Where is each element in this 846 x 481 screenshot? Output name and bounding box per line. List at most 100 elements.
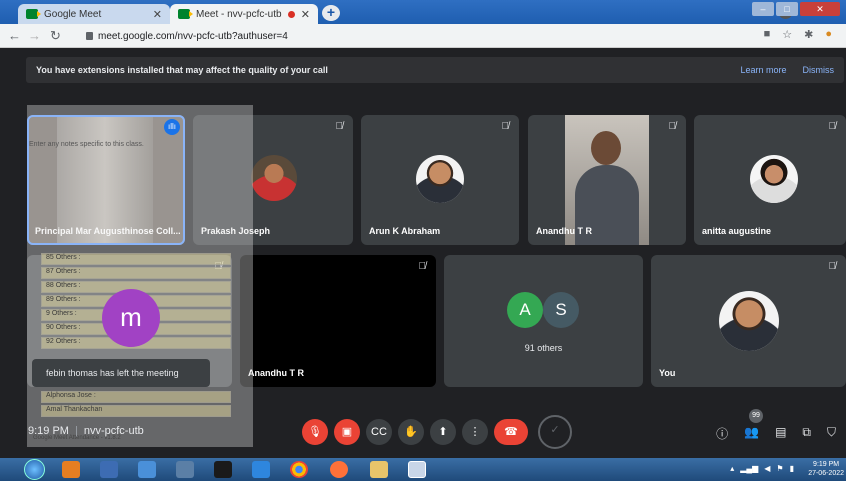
extensions-icon[interactable]: ✱ — [804, 28, 813, 41]
os-taskbar: ▴ ▂▄▆ ◀ ⚑ ▮ 9:19 PM 27-06-2022 — [0, 458, 846, 481]
participant-name: Anandhu T R — [248, 368, 304, 378]
others-tile[interactable]: A S 91 others — [444, 255, 643, 387]
internet-explorer-icon[interactable] — [138, 461, 156, 478]
chevron-up-icon[interactable]: ▴ — [730, 464, 734, 473]
activities-icon[interactable]: ⧉ — [802, 425, 811, 442]
avatar — [750, 155, 798, 203]
people-icon[interactable]: 👥 — [744, 425, 759, 442]
self-tile[interactable]: 🎙̸ You — [651, 255, 846, 387]
meet-icon — [178, 9, 193, 19]
check-icon[interactable]: ✓ — [538, 415, 572, 449]
present-button[interactable]: ⬆ — [430, 419, 456, 445]
media-player-icon[interactable] — [62, 461, 80, 478]
lock-icon — [86, 32, 93, 40]
leave-call-button[interactable]: ☎ — [494, 419, 528, 445]
firefox-icon[interactable] — [330, 461, 348, 478]
side-panel-icons: ⓘ 👥 ▤ ⧉ ⛉ — [716, 425, 836, 442]
browser-tab-strip: Google Meet ✕ Meet - nvv-pcfc-utb ✕ + – … — [0, 0, 846, 24]
close-window-icon[interactable]: ✕ — [800, 2, 840, 16]
participant-name: You — [659, 368, 676, 378]
reload-icon[interactable]: ↻ — [50, 28, 61, 44]
camera-toggle-button[interactable]: ▣ — [334, 419, 360, 445]
participant-tile-anandhu-video[interactable]: 🎙̸ Anandhu T R — [528, 115, 686, 245]
recording-icon — [287, 10, 295, 18]
telegram-icon[interactable] — [252, 461, 270, 478]
close-tab-icon[interactable]: ✕ — [301, 8, 310, 21]
captions-button[interactable]: CC — [366, 419, 392, 445]
maximize-icon[interactable]: □ — [776, 2, 798, 16]
battery-icon: ▮ — [789, 464, 794, 473]
star-icon[interactable]: ☆ — [782, 28, 792, 41]
active-speaker-border — [27, 115, 185, 245]
tab-google-meet[interactable]: Google Meet ✕ — [18, 4, 170, 24]
clock[interactable]: 9:19 PM 27-06-2022 — [808, 460, 844, 478]
minimize-icon[interactable]: – — [752, 2, 774, 16]
mic-off-icon: 🎙̸ — [828, 121, 837, 132]
learn-more-link[interactable]: Learn more — [740, 65, 786, 75]
participant-name: Anandhu T R — [536, 226, 592, 236]
meet-call-area: You have extensions installed that may a… — [0, 49, 846, 458]
avatar — [416, 155, 464, 203]
address-bar[interactable]: meet.google.com/nvv-pcfc-utb?authuser=4 — [86, 27, 736, 45]
avatar: S — [543, 292, 579, 328]
meeting-details: 9:19 PM | nvv-pcfc-utb — [28, 425, 144, 437]
mic-off-icon: 🎙̸ — [418, 261, 427, 272]
chat-icon[interactable]: ▤ — [775, 425, 786, 442]
mic-off-icon: 🎙̸ — [668, 121, 677, 132]
mail-icon[interactable] — [100, 461, 118, 478]
avatar: m — [102, 289, 160, 347]
list-item: 85 Others : — [41, 253, 231, 265]
tab-title: Meet - nvv-pcfc-utb — [196, 8, 282, 20]
speaking-indicator-icon: ıllı — [164, 119, 180, 135]
mic-off-icon: 🎙̸ — [335, 121, 344, 132]
new-tab-button[interactable]: + — [322, 5, 340, 21]
mic-toggle-button[interactable]: 🎙 — [302, 419, 328, 445]
close-tab-icon[interactable]: ✕ — [153, 8, 162, 21]
meet-icon — [26, 9, 41, 19]
chrome-icon[interactable] — [290, 461, 308, 478]
host-controls-icon[interactable]: ⛉ — [827, 425, 836, 442]
more-options-button[interactable]: ⋮ — [462, 419, 488, 445]
clock-time: 9:19 PM — [813, 461, 840, 468]
camera-icon[interactable]: ■ — [764, 28, 771, 41]
info-icon[interactable]: ⓘ — [716, 425, 728, 442]
start-button[interactable] — [24, 459, 45, 480]
volume-icon[interactable]: ◀ — [764, 464, 770, 473]
mic-off-icon: 🎙̸ — [828, 261, 837, 272]
participant-tile-arun[interactable]: 🎙̸ Arun K Abraham — [361, 115, 519, 245]
window-controls: – □ ✕ — [752, 2, 840, 16]
mic-off-icon: 🎙̸ — [501, 121, 510, 132]
participant-name: anitta augustine — [702, 226, 772, 236]
back-icon[interactable]: ← — [8, 28, 21, 43]
system-tray: ▴ ▂▄▆ ◀ ⚑ ▮ — [730, 464, 794, 473]
avatar — [251, 155, 297, 201]
others-count-label: 91 others — [524, 343, 563, 353]
call-controls-bar: 9:19 PM | nvv-pcfc-utb 🎙 ▣ CC ✋ ⬆ ⋮ ☎ ✓ 99… — [0, 409, 846, 457]
avatar — [719, 291, 779, 351]
app-icon[interactable] — [176, 461, 194, 478]
avatar: A — [507, 292, 543, 328]
tab-title: Google Meet — [44, 8, 102, 20]
file-explorer-icon[interactable] — [370, 461, 388, 478]
dismiss-button[interactable]: Dismiss — [803, 65, 835, 75]
participant-name: Arun K Abraham — [369, 226, 441, 236]
extensions-warning-banner: You have extensions installed that may a… — [26, 57, 844, 83]
signal-icon: ▂▄▆ — [740, 464, 759, 473]
meeting-time: 9:19 PM — [28, 425, 69, 437]
tab-meet-call[interactable]: Meet - nvv-pcfc-utb ✕ — [170, 4, 318, 24]
app-icon[interactable] — [214, 461, 232, 478]
participant-tile-anitta[interactable]: 🎙̸ anitta augustine — [694, 115, 846, 245]
participant-tile-anandhu[interactable]: 🎙̸ Anandhu T R — [240, 255, 436, 387]
raise-hand-button[interactable]: ✋ — [398, 419, 424, 445]
meeting-code: nvv-pcfc-utb — [83, 425, 144, 437]
list-item: Alphonsa Jose : — [41, 391, 231, 403]
avatar[interactable]: ● — [825, 28, 832, 41]
list-item: 87 Others : — [41, 267, 231, 279]
document-icon[interactable] — [408, 461, 426, 478]
browser-toolbar: ← → ↻ meet.google.com/nvv-pcfc-utb?authu… — [0, 24, 846, 48]
clock-date: 27-06-2022 — [808, 470, 844, 477]
left-meeting-toast: febin thomas has left the meeting — [32, 359, 210, 387]
forward-icon[interactable]: → — [28, 28, 41, 43]
flag-icon[interactable]: ⚑ — [776, 464, 783, 473]
url-text: meet.google.com/nvv-pcfc-utb?authuser=4 — [98, 30, 288, 42]
